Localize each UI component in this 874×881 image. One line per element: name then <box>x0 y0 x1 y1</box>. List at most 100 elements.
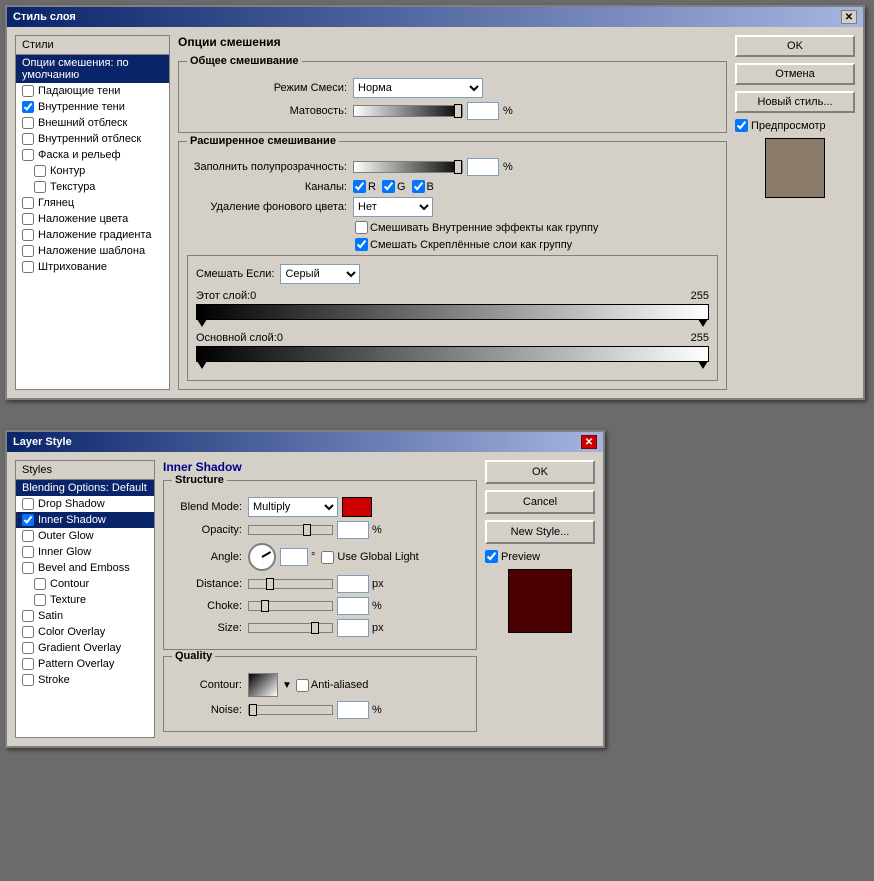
top-item-11[interactable]: Штрихование <box>16 259 169 275</box>
top-item-7[interactable]: Глянец <box>16 195 169 211</box>
choke-slider[interactable] <box>248 601 333 611</box>
contour-dropdown-icon[interactable]: ▼ <box>282 680 292 691</box>
channel-g-check[interactable] <box>382 180 395 193</box>
bottom-check-inner-shadow[interactable] <box>22 514 34 526</box>
top-check-0[interactable] <box>22 85 34 97</box>
base-layer-slider[interactable] <box>196 346 709 362</box>
blend-clipped-label: Смешать Скреплённые слои как группу <box>355 238 572 251</box>
bottom-item-stroke[interactable]: Stroke <box>16 672 154 688</box>
advanced-blending-section: Расширенное смешивание Заполнить полупро… <box>178 141 727 390</box>
bottom-check-gradient-overlay[interactable] <box>22 642 34 654</box>
bottom-check-texture[interactable] <box>34 594 46 606</box>
distance-slider[interactable] <box>248 579 333 589</box>
channel-r-check[interactable] <box>353 180 366 193</box>
top-check-11[interactable] <box>22 261 34 273</box>
bottom-check-satin[interactable] <box>22 610 34 622</box>
opacity-input[interactable]: 100 <box>467 102 499 120</box>
base-layer-label: Основной слой: <box>196 332 277 344</box>
top-item-2[interactable]: Внешний отблеск <box>16 115 169 131</box>
top-check-3[interactable] <box>22 133 34 145</box>
top-new-style-button[interactable]: Новый стиль... <box>735 91 855 113</box>
fill-opacity-input[interactable]: 100 <box>467 158 499 176</box>
bottom-cancel-button[interactable]: Cancel <box>485 490 595 514</box>
opacity-input-b[interactable]: 75 <box>337 521 369 539</box>
channel-b-check[interactable] <box>412 180 425 193</box>
top-item-1[interactable]: Внутренние тени <box>16 99 169 115</box>
bottom-check-color-overlay[interactable] <box>22 626 34 638</box>
top-item-4[interactable]: Фаска и рельеф <box>16 147 169 163</box>
bottom-main-content: Inner Shadow Structure Blend Mode: Multi… <box>163 460 477 738</box>
bottom-check-inner-glow[interactable] <box>22 546 34 558</box>
choke-input[interactable]: 16 <box>337 597 369 615</box>
top-check-6[interactable] <box>34 181 46 193</box>
blend-if-box: Смешать Если: Серый Этот слой: 0 255 <box>187 255 718 381</box>
blend-clipped-check[interactable] <box>355 238 368 251</box>
top-item-8[interactable]: Наложение цвета <box>16 211 169 227</box>
bottom-item-contour[interactable]: Contour <box>16 576 154 592</box>
bottom-check-pattern-overlay[interactable] <box>22 658 34 670</box>
top-check-2[interactable] <box>22 117 34 129</box>
blend-mode-select[interactable]: Норма <box>353 78 483 98</box>
top-check-8[interactable] <box>22 213 34 225</box>
top-item-10[interactable]: Наложение шаблона <box>16 243 169 259</box>
blend-if-select[interactable]: Серый <box>280 264 360 284</box>
opacity-slider[interactable] <box>353 105 463 117</box>
top-item-5[interactable]: Контур <box>16 163 169 179</box>
bottom-item-outer-glow[interactable]: Outer Glow <box>16 528 154 544</box>
knockout-select[interactable]: Нет <box>353 197 433 217</box>
bottom-check-stroke[interactable] <box>22 674 34 686</box>
top-check-4[interactable] <box>22 149 34 161</box>
angle-needle <box>262 551 272 558</box>
top-check-9[interactable] <box>22 229 34 241</box>
bottom-new-style-button[interactable]: New Style... <box>485 520 595 544</box>
bottom-item-inner-glow[interactable]: Inner Glow <box>16 544 154 560</box>
bottom-check-contour[interactable] <box>34 578 46 590</box>
bottom-item-pattern-overlay[interactable]: Pattern Overlay <box>16 656 154 672</box>
top-item-6[interactable]: Текстура <box>16 179 169 195</box>
opacity-slider-b[interactable] <box>248 525 333 535</box>
top-check-10[interactable] <box>22 245 34 257</box>
noise-input[interactable]: 0 <box>337 701 369 719</box>
contour-preview[interactable] <box>248 673 278 697</box>
top-item-0[interactable]: Падающие тени <box>16 83 169 99</box>
bottom-preview-check[interactable] <box>485 550 498 563</box>
bottom-check-drop-shadow[interactable] <box>22 498 34 510</box>
noise-slider[interactable] <box>248 705 333 715</box>
top-ok-button[interactable]: OK <box>735 35 855 57</box>
this-layer-slider[interactable] <box>196 304 709 320</box>
blend-color-swatch[interactable] <box>342 497 372 517</box>
top-preview-check[interactable] <box>735 119 748 132</box>
bottom-close-button[interactable]: ✕ <box>581 435 597 449</box>
bottom-check-outer-glow[interactable] <box>22 530 34 542</box>
size-slider[interactable] <box>248 623 333 633</box>
fill-opacity-slider[interactable] <box>353 161 463 173</box>
bottom-item-satin[interactable]: Satin <box>16 608 154 624</box>
global-light-check[interactable] <box>321 551 334 564</box>
top-cancel-button[interactable]: Отмена <box>735 63 855 85</box>
angle-input[interactable]: 120 <box>280 548 308 566</box>
size-input[interactable]: 76 <box>337 619 369 637</box>
bottom-ok-button[interactable]: OK <box>485 460 595 484</box>
bottom-check-bevel[interactable] <box>22 562 34 574</box>
global-light-label: Use Global Light <box>321 551 418 564</box>
bottom-item-gradient-overlay[interactable]: Gradient Overlay <box>16 640 154 656</box>
distance-input[interactable]: 20 <box>337 575 369 593</box>
bottom-item-inner-shadow[interactable]: Inner Shadow <box>16 512 154 528</box>
top-check-5[interactable] <box>34 165 46 177</box>
bottom-item-bevel[interactable]: Bevel and Emboss <box>16 560 154 576</box>
blend-interior-check[interactable] <box>355 221 368 234</box>
anti-aliased-check[interactable] <box>296 679 309 692</box>
channel-r-label: R <box>353 180 376 193</box>
top-close-button[interactable]: ✕ <box>841 10 857 24</box>
bottom-item-drop-shadow[interactable]: Drop Shadow <box>16 496 154 512</box>
angle-dial[interactable] <box>248 543 276 571</box>
top-item-9[interactable]: Наложение градиента <box>16 227 169 243</box>
top-check-7[interactable] <box>22 197 34 209</box>
top-check-1[interactable] <box>22 101 34 113</box>
bottom-active-item[interactable]: Blending Options: Default <box>16 480 154 496</box>
bottom-item-texture[interactable]: Texture <box>16 592 154 608</box>
bottom-item-color-overlay[interactable]: Color Overlay <box>16 624 154 640</box>
top-item-3[interactable]: Внутренний отблеск <box>16 131 169 147</box>
top-active-item[interactable]: Опции смешения: по умолчанию <box>16 55 169 83</box>
blend-mode-select-b[interactable]: Multiply <box>248 497 338 517</box>
